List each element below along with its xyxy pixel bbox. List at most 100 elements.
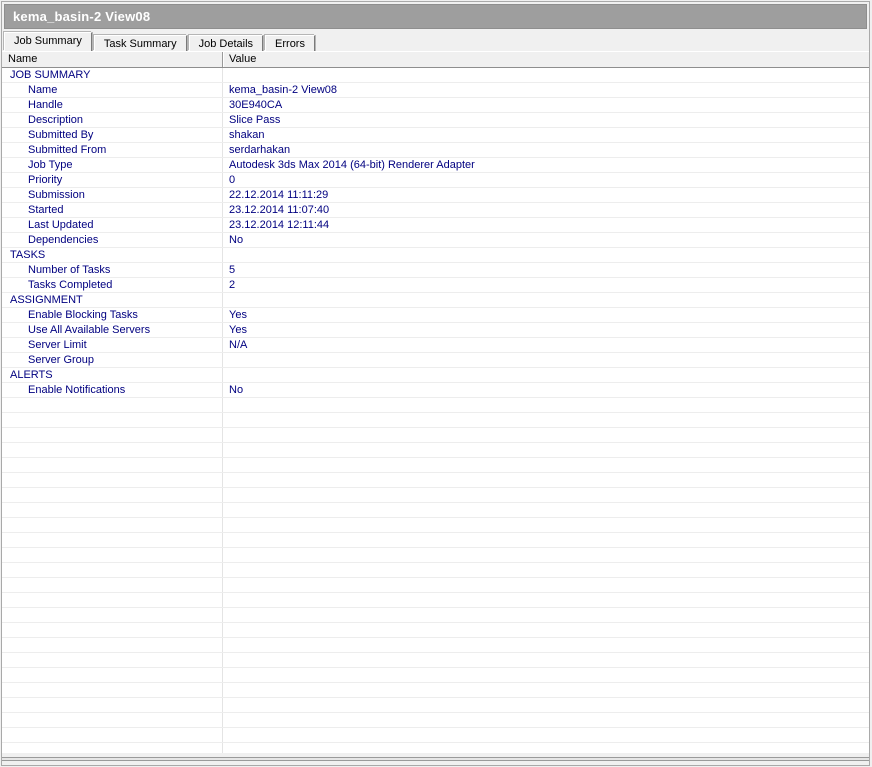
row-name-cell <box>2 548 223 562</box>
row-value-cell: No <box>229 234 244 246</box>
table-row[interactable] <box>2 443 869 458</box>
table-row[interactable] <box>2 593 869 608</box>
table-row[interactable]: Handle 30E940CA <box>2 98 869 113</box>
screen: kema_basin-2 View08 Job Summary Task Summ… <box>0 0 872 767</box>
table-row[interactable]: Job Type Autodesk 3ds Max 2014 (64-bit) R… <box>2 158 869 173</box>
row-name-cell <box>2 713 223 727</box>
row-value-cell: N/A <box>229 339 248 351</box>
table-row[interactable]: Enable Notifications No <box>2 383 869 398</box>
table-row[interactable]: Name kema_basin-2 View08 <box>2 83 869 98</box>
row-name-cell: Submitted From <box>2 143 223 157</box>
row-name-cell <box>2 533 223 547</box>
table-row[interactable]: JOB SUMMARY <box>2 68 869 83</box>
table-row[interactable]: ALERTS <box>2 368 869 383</box>
table-row[interactable] <box>2 413 869 428</box>
row-value-cell: 2 <box>229 279 236 291</box>
table-row[interactable]: Last Updated 23.12.2014 12:11:44 <box>2 218 869 233</box>
window-title: kema_basin-2 View08 <box>13 9 151 24</box>
table-row[interactable]: Dependencies No <box>2 233 869 248</box>
row-value-cell <box>223 518 869 532</box>
table-row[interactable] <box>2 578 869 593</box>
table-row[interactable]: Priority 0 <box>2 173 869 188</box>
table-row[interactable] <box>2 713 869 728</box>
table-row[interactable] <box>2 728 869 743</box>
row-name-cell: Handle <box>2 98 223 112</box>
row-name-cell: Use All Available Servers <box>2 323 223 337</box>
table-row[interactable] <box>2 623 869 638</box>
row-name-cell: JOB SUMMARY <box>2 68 223 82</box>
table-row[interactable] <box>2 398 869 413</box>
row-name-cell <box>2 413 223 427</box>
table-row[interactable] <box>2 563 869 578</box>
row-value-cell: 5 <box>229 264 236 276</box>
table-row[interactable] <box>2 608 869 623</box>
table-row[interactable] <box>2 668 869 683</box>
table-row[interactable]: Submitted From serdarhakan <box>2 143 869 158</box>
row-value-cell <box>223 548 869 562</box>
row-name-cell <box>2 428 223 442</box>
row-name-cell: Submission <box>2 188 223 202</box>
table-row[interactable]: ASSIGNMENT <box>2 293 869 308</box>
table-row[interactable]: Tasks Completed 2 <box>2 278 869 293</box>
row-name-cell <box>2 608 223 622</box>
table-row[interactable] <box>2 548 869 563</box>
row-value-cell <box>223 533 869 547</box>
row-value-cell <box>223 653 869 667</box>
table-row[interactable]: Description Slice Pass <box>2 113 869 128</box>
table-row[interactable] <box>2 428 869 443</box>
row-value-cell <box>223 413 869 427</box>
window-title-bar: kema_basin-2 View08 <box>4 4 867 29</box>
row-name-cell <box>2 728 223 742</box>
column-header-name[interactable]: Name <box>2 52 223 67</box>
table-row[interactable] <box>2 683 869 698</box>
row-name-cell <box>2 593 223 607</box>
table-row[interactable]: Number of Tasks 5 <box>2 263 869 278</box>
row-value-cell <box>223 503 869 517</box>
table-row[interactable] <box>2 488 869 503</box>
row-name-cell: ASSIGNMENT <box>2 293 223 307</box>
table-row[interactable] <box>2 473 869 488</box>
row-name-cell: Started <box>2 203 223 217</box>
row-value-cell: 23.12.2014 12:11:44 <box>229 219 330 231</box>
table-row[interactable] <box>2 458 869 473</box>
table-row[interactable]: Started 23.12.2014 11:07:40 <box>2 203 869 218</box>
table-row[interactable] <box>2 518 869 533</box>
row-value-cell <box>223 428 869 442</box>
row-name-cell: Description <box>2 113 223 127</box>
row-value-cell: Autodesk 3ds Max 2014 (64-bit) Renderer … <box>229 159 475 171</box>
row-name-cell <box>2 683 223 697</box>
table-row[interactable] <box>2 653 869 668</box>
row-value-cell <box>223 353 869 367</box>
table-row[interactable]: Submitted By shakan <box>2 128 869 143</box>
tab-errors[interactable]: Errors <box>265 35 315 51</box>
table-row[interactable] <box>2 503 869 518</box>
table-row[interactable]: Use All Available Servers Yes <box>2 323 869 338</box>
table-row[interactable] <box>2 533 869 548</box>
column-header-value[interactable]: Value <box>223 52 869 67</box>
bottom-splitter[interactable] <box>2 753 869 765</box>
row-value-cell <box>223 743 869 753</box>
table-row[interactable]: Submission 22.12.2014 11:11:29 <box>2 188 869 203</box>
row-name-cell <box>2 518 223 532</box>
tab-strip: Job Summary Task Summary Job Details Errors <box>2 29 869 51</box>
row-name-cell <box>2 503 223 517</box>
row-value-cell <box>223 368 869 382</box>
row-value-cell <box>223 563 869 577</box>
tab-job-details[interactable]: Job Details <box>188 35 264 51</box>
table-row[interactable]: Server Group <box>2 353 869 368</box>
table-row[interactable] <box>2 743 869 753</box>
row-name-cell <box>2 638 223 652</box>
row-value-cell <box>223 473 869 487</box>
table-row[interactable]: TASKS <box>2 248 869 263</box>
row-value-cell <box>223 443 869 457</box>
table-row[interactable]: Enable Blocking Tasks Yes <box>2 308 869 323</box>
tab-job-summary[interactable]: Job Summary <box>4 32 92 51</box>
table-row[interactable]: Server Limit N/A <box>2 338 869 353</box>
row-value-cell: No <box>229 384 244 396</box>
row-name-cell: Number of Tasks <box>2 263 223 277</box>
tab-task-summary[interactable]: Task Summary <box>93 35 187 51</box>
table-row[interactable] <box>2 698 869 713</box>
row-value-cell: 0 <box>229 174 236 186</box>
table-row[interactable] <box>2 638 869 653</box>
row-name-cell <box>2 458 223 472</box>
